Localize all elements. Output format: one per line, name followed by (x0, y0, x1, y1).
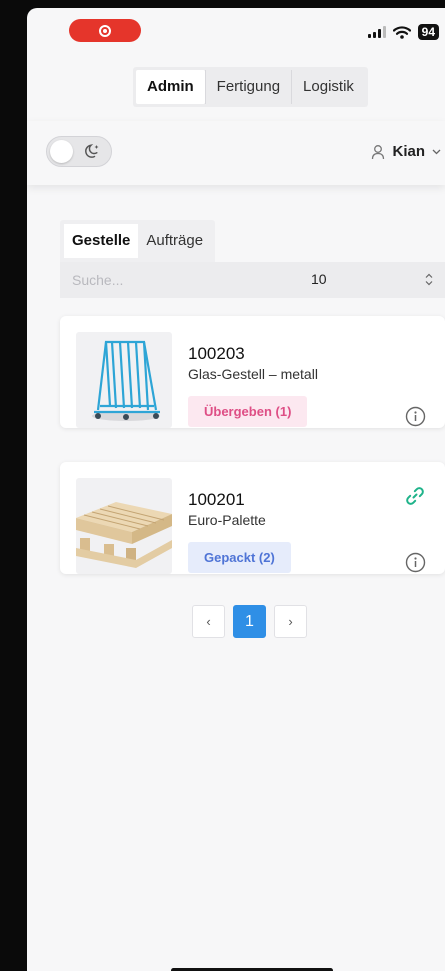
wifi-icon (392, 25, 411, 39)
status-bar-right: 94 (367, 24, 439, 40)
toggle-knob (50, 140, 73, 163)
screen-recording-indicator[interactable] (69, 19, 141, 42)
item-name: Glas-Gestell – metall (188, 366, 318, 382)
next-page-button[interactable]: › (274, 605, 307, 638)
user-name: Kian (392, 143, 425, 160)
euro-pallet-image (76, 478, 172, 574)
prev-page-button[interactable]: ‹ (192, 605, 225, 638)
search-bar: 10 (60, 262, 445, 298)
cellular-signal-icon (367, 26, 386, 38)
section-tabs: Admin Fertigung Logistik (133, 67, 368, 107)
tab-auftraege[interactable]: Aufträge (138, 224, 211, 258)
user-menu[interactable]: Kian (371, 143, 441, 160)
battery-level: 94 (417, 24, 439, 40)
item-name: Euro-Palette (188, 512, 266, 528)
info-icon[interactable] (405, 406, 426, 427)
link-icon[interactable] (405, 486, 425, 506)
status-badge: Übergeben (1) (188, 396, 308, 427)
page-1-button[interactable]: 1 (233, 605, 266, 638)
toolbar: Kian (27, 121, 445, 185)
list-item[interactable]: 100203 Glas-Gestell – metall Übergeben (… (60, 316, 445, 428)
item-number: 100201 (188, 490, 245, 509)
tab-admin[interactable]: Admin (136, 70, 205, 104)
select-chevrons-icon (425, 273, 433, 286)
dark-mode-toggle[interactable] (46, 136, 112, 167)
info-icon[interactable] (405, 552, 426, 573)
page-size-select[interactable]: 10 (311, 271, 327, 287)
pagination: ‹ 1 › (192, 605, 307, 638)
tab-logistik[interactable]: Logistik (291, 70, 365, 104)
app-screen: 94 Admin Fertigung Logistik Kian Gestell… (27, 8, 445, 971)
content-tabs: Gestelle Aufträge (60, 220, 216, 262)
user-icon (372, 144, 385, 159)
item-number: 100203 (188, 344, 245, 363)
record-icon (99, 24, 111, 37)
search-input[interactable] (60, 262, 272, 298)
glass-rack-image (76, 332, 172, 428)
status-badge: Gepackt (2) (188, 542, 291, 573)
moon-icon (85, 144, 99, 158)
list-item[interactable]: 100201 Euro-Palette Gepackt (2) (60, 462, 445, 574)
chevron-down-icon (432, 149, 441, 154)
tab-fertigung[interactable]: Fertigung (204, 70, 291, 104)
tab-gestelle[interactable]: Gestelle (64, 224, 139, 258)
